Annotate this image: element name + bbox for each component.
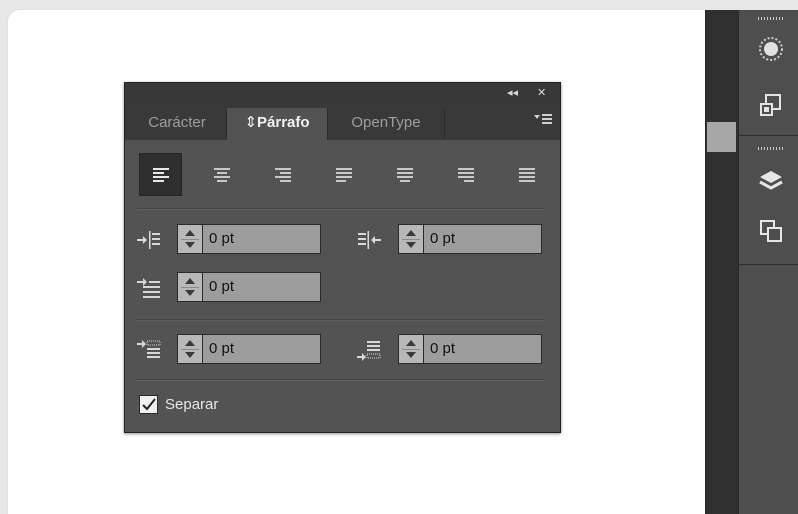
dock-grip[interactable] [758,17,784,20]
left-indent-icon [137,231,160,249]
up-down-chevron-icon: ⇕ [244,114,258,131]
justify-last-center-button[interactable] [383,153,426,196]
left-indent-stepper[interactable] [177,224,203,254]
align-right-icon [274,167,291,182]
justify-last-center-icon [396,167,413,182]
dock-grip-2[interactable] [758,147,784,150]
color-wheel-icon[interactable] [756,34,786,64]
justify-last-right-icon [457,167,474,182]
right-indent-icon [358,231,381,249]
right-indent-stepper[interactable] [398,224,424,254]
align-center-button[interactable] [200,153,243,196]
space-after-field[interactable]: 0 pt [424,334,542,364]
justify-all-icon [518,167,535,182]
divider [137,208,544,210]
right-indent-field[interactable]: 0 pt [424,224,542,254]
panel-menu-icon[interactable] [534,112,552,126]
tab-caracter[interactable]: Carácter [129,108,225,140]
space-before-icon [137,340,161,358]
scrollbar-thumb[interactable] [707,122,736,152]
panel-tab-bar: Carácter ⇕Párrafo OpenType [125,104,560,140]
collapse-panel-icon[interactable]: ◂◂ [507,86,518,100]
artboard-export-icon[interactable] [756,90,786,120]
checkmark-icon [142,398,156,411]
justify-all-button[interactable] [505,153,548,196]
left-indent-field[interactable]: 0 pt [203,224,321,254]
layers-icon[interactable] [756,165,786,195]
close-panel-icon[interactable]: ✕ [537,86,546,100]
hyphenate-checkbox[interactable] [139,395,158,414]
justify-last-left-icon [335,167,352,182]
align-left-icon [152,167,169,182]
align-left-button[interactable] [139,153,182,196]
hyphenate-label: Separar [165,396,219,413]
space-before-stepper[interactable] [177,334,203,364]
scrollbar-track[interactable] [705,10,739,514]
space-before-field[interactable]: 0 pt [203,334,321,364]
tab-label: Carácter [148,114,206,131]
divider [137,319,544,321]
first-line-indent-stepper[interactable] [177,272,203,302]
tab-label: OpenType [351,114,421,131]
space-after-stepper[interactable] [398,334,424,364]
tab-opentype[interactable]: OpenType [328,108,444,140]
right-dock [738,10,798,514]
transform-icon[interactable] [756,216,786,246]
paragraph-panel: ◂◂ ✕ Carácter ⇕Párrafo OpenType 0 pt 0 p… [124,82,561,433]
first-line-indent-field[interactable]: 0 pt [203,272,321,302]
tab-parrafo[interactable]: ⇕Párrafo [227,108,327,140]
justify-last-left-button[interactable] [322,153,365,196]
align-center-icon [213,167,230,182]
align-right-button[interactable] [261,153,304,196]
panel-title-bar[interactable]: ◂◂ ✕ [125,83,560,104]
justify-last-right-button[interactable] [444,153,487,196]
divider [137,379,544,381]
tab-label: Párrafo [257,114,310,131]
first-line-indent-icon [137,278,160,298]
space-after-icon [357,341,381,361]
